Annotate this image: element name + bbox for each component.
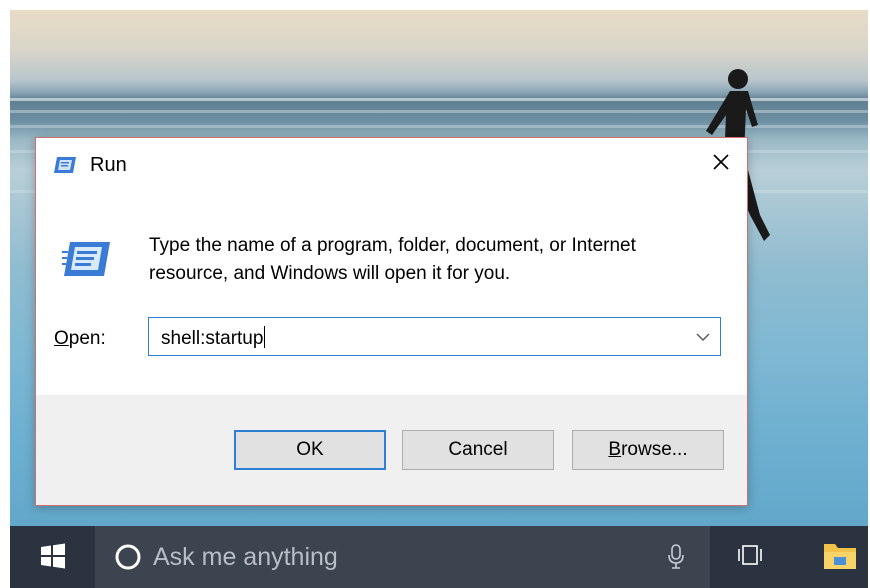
task-view-icon: [734, 544, 766, 571]
close-button[interactable]: [701, 146, 741, 182]
button-area: OK Cancel Browse...: [36, 395, 747, 505]
taskbar: Ask me anything: [10, 526, 868, 588]
description-line-2: resource, and Windows will open it for y…: [149, 263, 511, 284]
dialog-title: Run: [90, 154, 127, 176]
browse-mnemonic: B: [608, 439, 622, 460]
file-explorer-icon: [823, 540, 857, 575]
task-view-button[interactable]: [730, 542, 770, 572]
open-label: Open:: [54, 328, 106, 350]
cancel-button[interactable]: Cancel: [402, 430, 554, 470]
ok-button[interactable]: OK: [234, 430, 386, 470]
dropdown-button[interactable]: [686, 318, 720, 355]
title-bar[interactable]: Run: [36, 138, 747, 190]
open-label-mnemonic: O: [54, 328, 69, 349]
open-input-value: shell:startup: [161, 328, 264, 349]
run-icon: [53, 156, 77, 179]
search-placeholder: Ask me anything: [153, 542, 338, 571]
chevron-down-icon: [696, 328, 710, 346]
cortana-search-box[interactable]: Ask me anything: [95, 526, 710, 588]
cortana-icon: [115, 544, 141, 570]
description-line-1: Type the name of a program, folder, docu…: [149, 235, 636, 256]
close-icon: [712, 153, 730, 176]
open-input[interactable]: shell:startup: [161, 326, 266, 350]
run-description: Type the name of a program, folder, docu…: [149, 232, 729, 288]
run-icon: [62, 240, 112, 283]
microphone-icon[interactable]: [668, 544, 684, 575]
text-caret: [264, 326, 266, 348]
start-button[interactable]: [28, 540, 78, 576]
run-dialog: Run Type the name of a program, folder, …: [35, 137, 748, 506]
browse-button[interactable]: Browse...: [572, 430, 724, 470]
open-combobox[interactable]: shell:startup: [148, 317, 721, 356]
open-label-text: pen:: [68, 328, 106, 349]
file-explorer-button[interactable]: [820, 540, 860, 574]
browse-label-rest: rowse...: [621, 439, 688, 460]
windows-start-icon: [40, 543, 66, 574]
